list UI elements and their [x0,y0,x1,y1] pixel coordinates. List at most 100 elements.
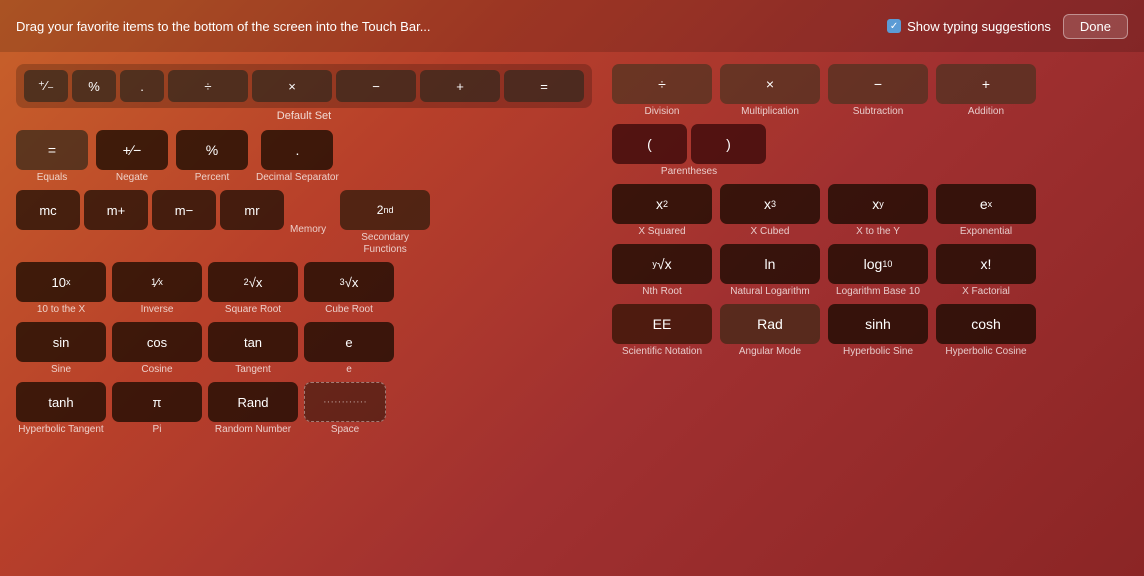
multiplication-btn[interactable]: × [720,64,820,104]
log-base-10-btn[interactable]: log10 [828,244,928,284]
mr-col: mr [220,190,284,230]
e-col: e e [304,322,394,376]
subtraction-col: − Subtraction [828,64,928,118]
space-btn[interactable]: ············ [304,382,386,422]
default-set-row: ⁺∕₋ % . ÷ × − + = [16,64,592,108]
open-paren-btn[interactable]: ( [612,124,687,164]
space-label: Space [331,424,359,436]
decimal-btn[interactable]: . [261,130,333,170]
decimal-def-btn[interactable]: . [120,70,164,102]
division-btn[interactable]: ÷ [612,64,712,104]
cosh-btn[interactable]: cosh [936,304,1036,344]
log-base-10-label: Logarithm Base 10 [836,286,920,298]
10-to-x-btn[interactable]: 10x [16,262,106,302]
multiplication-col: × Multiplication [720,64,820,118]
add-def-btn[interactable]: + [420,70,500,102]
x-to-y-col: xy X to the Y [828,184,928,238]
division-label: Division [644,106,679,118]
cosine-btn[interactable]: cos [112,322,202,362]
inverse-col: 1⁄x Inverse [112,262,202,316]
factorial-label: X Factorial [962,286,1010,298]
natural-log-btn[interactable]: ln [720,244,820,284]
secondary-fn-btn[interactable]: 2nd [340,190,430,230]
equals-label: Equals [37,172,68,184]
decimal-label: Decimal Separator [256,172,339,184]
division-col: ÷ Division [612,64,712,118]
right-panel: ÷ Division × Multiplication − Subtractio… [612,64,1128,564]
parentheses-col: ( ) Parentheses [612,124,766,178]
cosh-label: Hyperbolic Cosine [945,346,1026,358]
parentheses-label: Parentheses [661,166,717,178]
sine-label: Sine [51,364,71,376]
x-to-y-btn[interactable]: xy [828,184,928,224]
show-suggestions-checkbox[interactable]: ✓ [887,19,901,33]
mc-btn[interactable]: mc [16,190,80,230]
close-paren-btn[interactable]: ) [691,124,766,164]
space-col: ············ Space [304,382,386,436]
addition-col: + Addition [936,64,1036,118]
cube-root-btn[interactable]: 3√x [304,262,394,302]
angular-mode-btn[interactable]: Rad [720,304,820,344]
tangent-btn[interactable]: tan [208,322,298,362]
secondary-fn-col: 2nd SecondaryFunctions [340,190,430,256]
nth-root-btn[interactable]: y√x [612,244,712,284]
sq-root-col: 2√x Square Root [208,262,298,316]
cube-root-col: 3√x Cube Root [304,262,394,316]
sine-btn[interactable]: sin [16,322,106,362]
pi-label: Pi [153,424,162,436]
sci-notation-btn[interactable]: EE [612,304,712,344]
sci-notation-label: Scientific Notation [622,346,702,358]
plus-minus-btn[interactable]: ⁺∕₋ [24,70,68,102]
divide-def-btn[interactable]: ÷ [168,70,248,102]
cube-root-label: Cube Root [325,304,373,316]
show-suggestions-label[interactable]: ✓ Show typing suggestions [887,19,1051,34]
factorial-btn[interactable]: x! [936,244,1036,284]
negate-btn[interactable]: +∕− [96,130,168,170]
tangent-col: tan Tangent [208,322,298,376]
m-plus-btn[interactable]: m+ [84,190,148,230]
mr-btn[interactable]: mr [220,190,284,230]
header-title: Drag your favorite items to the bottom o… [16,19,431,34]
addition-btn[interactable]: + [936,64,1036,104]
done-button[interactable]: Done [1063,14,1128,39]
sq-root-label: Square Root [225,304,281,316]
natural-log-col: ln Natural Logarithm [720,244,820,298]
natural-log-label: Natural Logarithm [730,286,809,298]
sinh-btn[interactable]: sinh [828,304,928,344]
secondary-fn-label: SecondaryFunctions [350,232,420,256]
factorial-col: x! X Factorial [936,244,1036,298]
x-squared-col: x2 X Squared [612,184,712,238]
default-set-label: Default Set [16,110,592,122]
inverse-btn[interactable]: 1⁄x [112,262,202,302]
exponential-col: ex Exponential [936,184,1036,238]
e-btn[interactable]: e [304,322,394,362]
x-cubed-btn[interactable]: x3 [720,184,820,224]
m-minus-col: m− [152,190,216,230]
sq-root-btn[interactable]: 2√x [208,262,298,302]
decimal-col: . Decimal Separator [256,130,339,184]
log-base-10-col: log10 Logarithm Base 10 [828,244,928,298]
rand-btn[interactable]: Rand [208,382,298,422]
main-content: ⁺∕₋ % . ÷ × − + = Default Set = Equals +… [0,52,1144,576]
tanh-btn[interactable]: tanh [16,382,106,422]
nth-root-label: Nth Root [642,286,681,298]
exponential-btn[interactable]: ex [936,184,1036,224]
percent-def-btn[interactable]: % [72,70,116,102]
sinh-label: Hyperbolic Sine [843,346,913,358]
pi-btn[interactable]: π [112,382,202,422]
nth-root-col: y√x Nth Root [612,244,712,298]
subtraction-btn[interactable]: − [828,64,928,104]
multiply-def-btn[interactable]: × [252,70,332,102]
percent-btn[interactable]: % [176,130,248,170]
inverse-label: Inverse [141,304,174,316]
equals-def-btn[interactable]: = [504,70,584,102]
10-to-x-col: 10x 10 to the X [16,262,106,316]
subtraction-label: Subtraction [853,106,904,118]
m-plus-col: m+ [84,190,148,230]
tanh-col: tanh Hyperbolic Tangent [16,382,106,436]
equals-col: = Equals [16,130,88,184]
m-minus-btn[interactable]: m− [152,190,216,230]
x-squared-btn[interactable]: x2 [612,184,712,224]
equals-btn[interactable]: = [16,130,88,170]
subtract-def-btn[interactable]: − [336,70,416,102]
